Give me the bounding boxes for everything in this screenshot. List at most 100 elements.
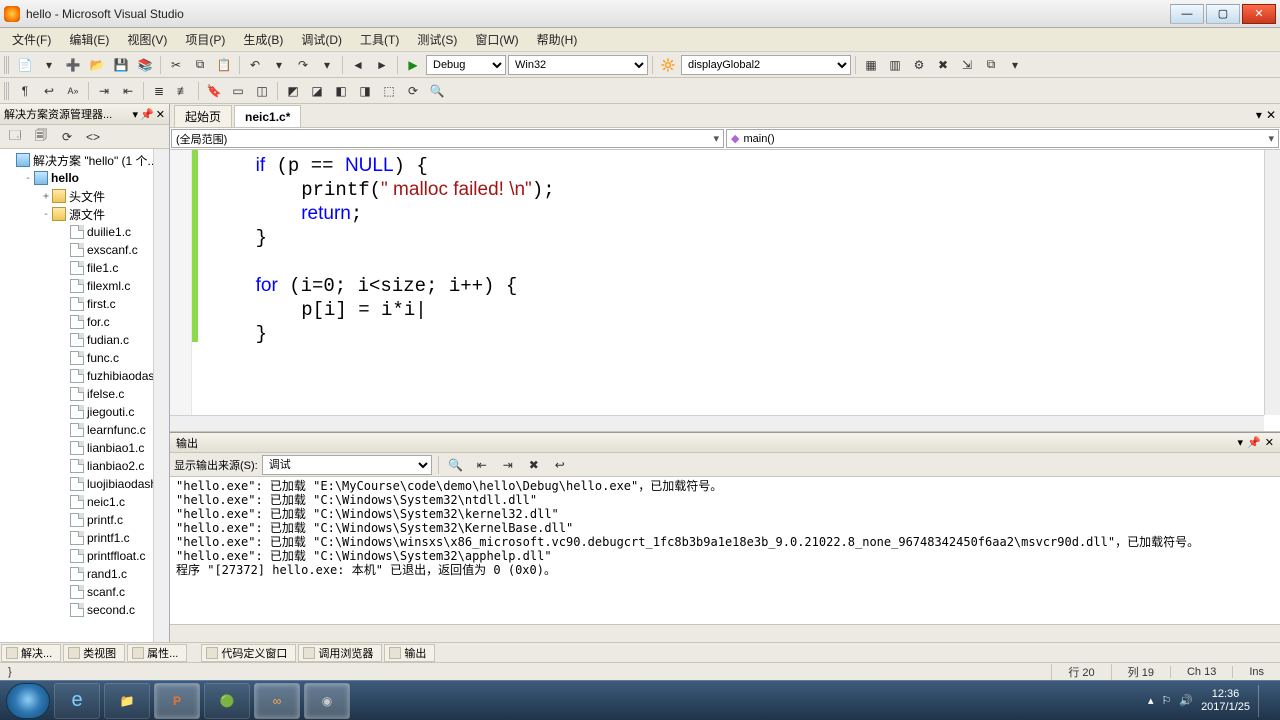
- menu-item-9[interactable]: 帮助(H): [529, 28, 586, 51]
- redo-dropdown[interactable]: ▾: [316, 54, 338, 76]
- bottom-tab-left-1[interactable]: 类视图: [63, 644, 125, 662]
- editor-btn-2[interactable]: ◫: [251, 80, 273, 102]
- tree-file-21[interactable]: second.c: [0, 601, 169, 619]
- panel-pin-icon[interactable]: 📌: [140, 108, 154, 121]
- outdent-button[interactable]: ⇤: [117, 80, 139, 102]
- tree-project[interactable]: -hello: [0, 169, 169, 187]
- editor-btn-9[interactable]: 🔍: [426, 80, 448, 102]
- maximize-button[interactable]: ▢: [1206, 4, 1240, 24]
- output-footer-scroll[interactable]: [170, 624, 1280, 642]
- solution-tree[interactable]: 解决方案 "hello" (1 个...-hello+头文件-源文件duilie…: [0, 149, 169, 642]
- comment-button[interactable]: ≣: [148, 80, 170, 102]
- tree-file-3[interactable]: filexml.c: [0, 277, 169, 295]
- tree-file-16[interactable]: printf.c: [0, 511, 169, 529]
- copy-button[interactable]: ⧉: [189, 54, 211, 76]
- taskbar-obs[interactable]: ◉: [304, 683, 350, 719]
- symbol-dropdown[interactable]: displayGlobal2: [681, 55, 851, 75]
- tree-folder-sources[interactable]: -源文件: [0, 205, 169, 223]
- se-refresh-button[interactable]: ⟳: [56, 126, 78, 148]
- menu-item-3[interactable]: 项目(P): [177, 28, 233, 51]
- tree-file-17[interactable]: printf1.c: [0, 529, 169, 547]
- start-button[interactable]: [6, 683, 50, 719]
- scope-left-dropdown[interactable]: (全局范围)▾: [171, 129, 724, 148]
- whitespace-button[interactable]: ¶: [14, 80, 36, 102]
- tree-file-8[interactable]: fuzhibiaodas...: [0, 367, 169, 385]
- tree-file-1[interactable]: exscanf.c: [0, 241, 169, 259]
- undo-dropdown[interactable]: ▾: [268, 54, 290, 76]
- nav-back-button[interactable]: ◄: [347, 54, 369, 76]
- taskbar-powerpoint[interactable]: P: [154, 683, 200, 719]
- output-dropdown-icon[interactable]: ▾: [1238, 436, 1244, 449]
- menu-item-2[interactable]: 视图(V): [119, 28, 175, 51]
- tab-list-dropdown-icon[interactable]: ▾: [1256, 108, 1262, 122]
- taskbar-chrome[interactable]: 🟢: [204, 683, 250, 719]
- indent-button[interactable]: ⇥: [93, 80, 115, 102]
- output-close-icon[interactable]: ✕: [1265, 436, 1274, 449]
- tree-solution[interactable]: 解决方案 "hello" (1 个...: [0, 151, 169, 169]
- toolbar-btn-f[interactable]: ⧉: [980, 54, 1002, 76]
- config-dropdown[interactable]: Debug: [426, 55, 506, 75]
- output-clear-button[interactable]: ✖: [523, 454, 545, 476]
- tree-file-4[interactable]: first.c: [0, 295, 169, 313]
- menu-item-1[interactable]: 编辑(E): [61, 28, 117, 51]
- se-properties-button[interactable]: 🗔: [4, 126, 26, 148]
- editor-horizontal-scrollbar[interactable]: [170, 415, 1264, 431]
- toolbar-btn-c[interactable]: ⚙: [908, 54, 930, 76]
- editor-btn-6[interactable]: ◨: [354, 80, 376, 102]
- output-text[interactable]: "hello.exe": 已加载 "E:\MyCourse\code\demo\…: [170, 477, 1280, 624]
- tree-file-6[interactable]: fudian.c: [0, 331, 169, 349]
- tree-file-2[interactable]: file1.c: [0, 259, 169, 277]
- panel-close-icon[interactable]: ✕: [156, 108, 165, 121]
- menu-item-5[interactable]: 调试(D): [293, 28, 350, 51]
- tree-file-20[interactable]: scanf.c: [0, 583, 169, 601]
- editor-vertical-scrollbar[interactable]: [1264, 150, 1280, 415]
- menu-item-4[interactable]: 生成(B): [235, 28, 291, 51]
- code-editor[interactable]: if (p == NULL) { printf(" malloc failed!…: [170, 150, 1280, 432]
- output-find-button[interactable]: 🔍: [445, 454, 467, 476]
- tab-start-page[interactable]: 起始页: [174, 105, 232, 127]
- wordwrap-button[interactable]: ↩: [38, 80, 60, 102]
- bottom-tab-right-1[interactable]: 调用浏览器: [298, 644, 382, 662]
- tree-file-7[interactable]: func.c: [0, 349, 169, 367]
- tree-file-5[interactable]: for.c: [0, 313, 169, 331]
- nav-fwd-button[interactable]: ►: [371, 54, 393, 76]
- tree-file-10[interactable]: jiegouti.c: [0, 403, 169, 421]
- menu-item-8[interactable]: 窗口(W): [467, 28, 526, 51]
- output-goto-prev-button[interactable]: ⇤: [471, 454, 493, 476]
- undo-button[interactable]: ↶: [244, 54, 266, 76]
- tab-close-icon[interactable]: ✕: [1266, 108, 1276, 122]
- menu-item-6[interactable]: 工具(T): [352, 28, 407, 51]
- tree-file-18[interactable]: printffloat.c: [0, 547, 169, 565]
- tab-neic1[interactable]: neic1.c*: [234, 105, 301, 127]
- tree-file-13[interactable]: lianbiao2.c: [0, 457, 169, 475]
- tray-volume-icon[interactable]: 🔊: [1179, 694, 1193, 707]
- tree-file-12[interactable]: lianbiao1.c: [0, 439, 169, 457]
- tree-file-14[interactable]: luojibiaodash...: [0, 475, 169, 493]
- output-wrap-button[interactable]: ↩: [549, 454, 571, 476]
- menu-item-0[interactable]: 文件(F): [4, 28, 59, 51]
- tree-file-15[interactable]: neic1.c: [0, 493, 169, 511]
- editor-btn-1[interactable]: ▭: [227, 80, 249, 102]
- bottom-tab-left-2[interactable]: 属性...: [127, 644, 187, 662]
- redo-button[interactable]: ↷: [292, 54, 314, 76]
- editor-btn-7[interactable]: ⬚: [378, 80, 400, 102]
- uncomment-button[interactable]: ≢: [172, 80, 194, 102]
- toolbar-btn-g[interactable]: ▾: [1004, 54, 1026, 76]
- output-pin-icon[interactable]: 📌: [1247, 436, 1261, 449]
- toolbar-btn-d[interactable]: ✖: [932, 54, 954, 76]
- minimize-button[interactable]: —: [1170, 4, 1204, 24]
- tree-file-9[interactable]: ifelse.c: [0, 385, 169, 403]
- editor-btn-8[interactable]: ⟳: [402, 80, 424, 102]
- platform-dropdown[interactable]: Win32: [508, 55, 648, 75]
- save-all-button[interactable]: 📚: [134, 54, 156, 76]
- open-button[interactable]: 📂: [86, 54, 108, 76]
- start-debug-button[interactable]: ▶: [402, 54, 424, 76]
- editor-btn-5[interactable]: ◧: [330, 80, 352, 102]
- save-button[interactable]: 💾: [110, 54, 132, 76]
- bottom-tab-right-0[interactable]: 代码定义窗口: [201, 644, 296, 662]
- helper-icon[interactable]: 🔆: [657, 54, 679, 76]
- tree-file-0[interactable]: duilie1.c: [0, 223, 169, 241]
- bookmark-button[interactable]: 🔖: [203, 80, 225, 102]
- tray-flag-icon[interactable]: ⚐: [1161, 694, 1171, 707]
- taskbar-visualstudio[interactable]: ∞: [254, 683, 300, 719]
